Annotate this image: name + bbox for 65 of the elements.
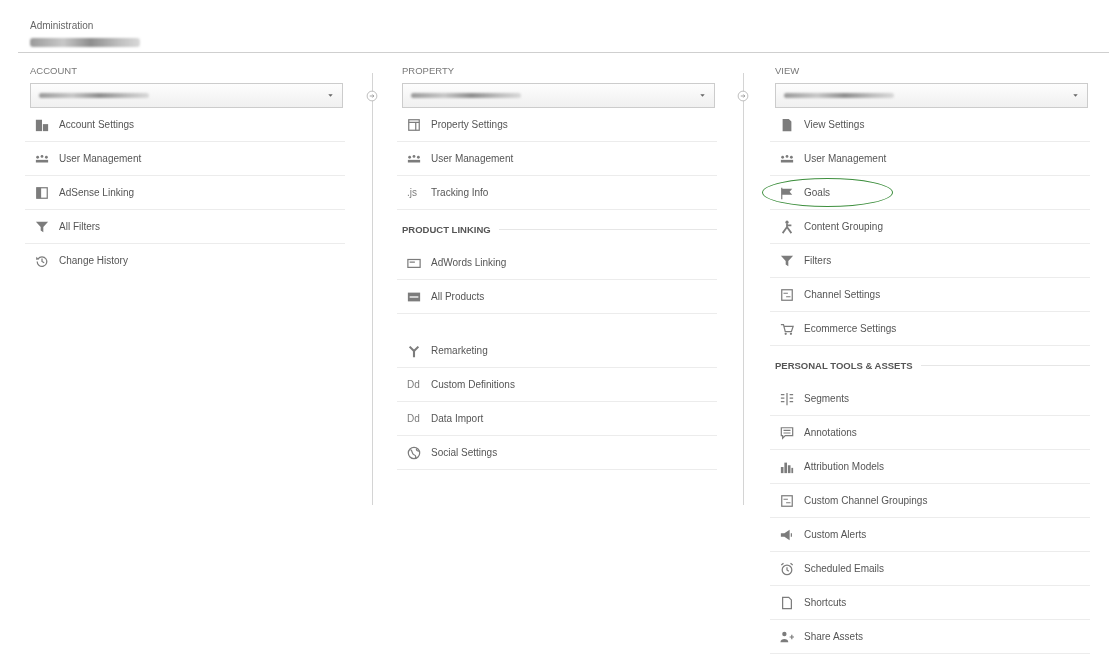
nav-link[interactable]: Shortcuts	[770, 586, 1090, 620]
nav-link[interactable]: Filters	[770, 244, 1090, 278]
nav-link[interactable]: AdSense Linking	[25, 176, 345, 210]
panel-icon	[35, 185, 49, 200]
nav-link[interactable]: Scheduled Emails	[770, 552, 1090, 586]
nav-link[interactable]: Remarketing	[397, 334, 717, 368]
dropdown-field[interactable]	[30, 83, 343, 108]
caret-icon	[327, 92, 334, 99]
section-heading: PRODUCT LINKING	[402, 223, 491, 235]
nav-link[interactable]: Channel Settings	[770, 278, 1090, 312]
nav-link[interactable]: Custom Alerts	[770, 518, 1090, 552]
nav-link[interactable]: All Filters	[25, 210, 345, 244]
sliders-icon	[780, 287, 794, 302]
nav-link[interactable]: User Management	[25, 142, 345, 176]
dropdown-field[interactable]	[775, 83, 1088, 108]
nav-link[interactable]: View Settings	[770, 108, 1090, 142]
flag-icon	[780, 185, 794, 200]
sliders-icon	[780, 493, 794, 508]
nav-link[interactable]: User Management	[770, 142, 1090, 176]
dropdown-field[interactable]	[402, 83, 715, 108]
nav-link[interactable]: User Management	[397, 142, 717, 176]
add-person-icon	[780, 629, 794, 644]
cart-icon	[780, 321, 794, 336]
nav-link[interactable]: Dd Custom Definitions	[397, 368, 717, 402]
caret-icon	[1072, 92, 1079, 99]
nav-link[interactable]: .js Tracking Info	[397, 176, 717, 210]
nav-link[interactable]: AdWords Linking	[397, 246, 717, 280]
nav-link[interactable]: Annotations	[770, 416, 1090, 450]
nav-link[interactable]: Segments	[770, 382, 1090, 416]
section-heading: PERSONAL TOOLS & ASSETS	[775, 359, 913, 371]
history-icon	[35, 253, 49, 268]
icon-text: Dd	[407, 412, 420, 425]
caret-icon	[699, 92, 706, 99]
column-label: ACCOUNT	[30, 64, 78, 78]
nav-link[interactable]: All Products	[397, 280, 717, 314]
arrow-circle-icon	[366, 90, 378, 102]
icon-text: Dd	[407, 378, 420, 391]
window-icon	[407, 117, 421, 132]
nav-link[interactable]: Attribution Models	[770, 450, 1090, 484]
nav-link[interactable]: Share Assets	[770, 620, 1090, 654]
segments-icon	[780, 391, 794, 406]
funnel-icon	[780, 253, 794, 268]
nav-link[interactable]: Property Settings	[397, 108, 717, 142]
building-icon	[35, 117, 49, 132]
column-label: VIEW	[775, 64, 801, 78]
alarm-clock-icon	[780, 561, 794, 576]
nav-link[interactable]: Change History	[25, 244, 345, 278]
document-icon	[780, 117, 794, 132]
speech-bubble-icon	[780, 425, 794, 440]
column-label: PROPERTY	[402, 64, 456, 78]
nav-link[interactable]: Account Settings	[25, 108, 345, 142]
icon-text: .js	[407, 186, 417, 199]
nav-link[interactable]: Ecommerce Settings	[770, 312, 1090, 346]
nav-link[interactable]: Content Grouping	[770, 210, 1090, 244]
nav-link[interactable]: Goals	[770, 176, 1090, 210]
globe-icon	[407, 445, 421, 460]
page-title: Administration	[30, 19, 94, 32]
arrow-circle-icon	[737, 90, 749, 102]
fork-icon	[407, 343, 421, 358]
nav-link[interactable]: Dd Data Import	[397, 402, 717, 436]
funnel-icon	[35, 219, 49, 234]
nav-link[interactable]: Social Settings	[397, 436, 717, 470]
page-icon	[780, 595, 794, 610]
nav-link[interactable]: Custom Channel Groupings	[770, 484, 1090, 518]
megaphone-icon	[780, 527, 794, 542]
